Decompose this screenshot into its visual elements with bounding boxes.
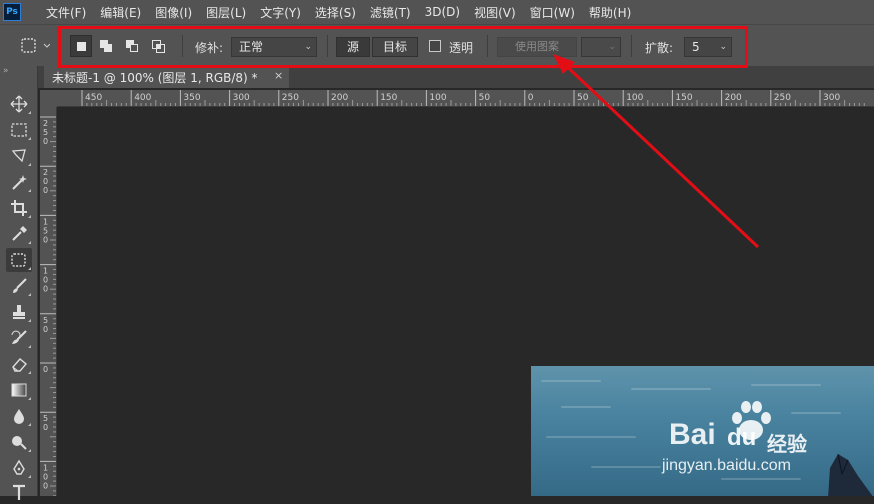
move-icon[interactable] (6, 92, 32, 116)
menu-filter[interactable]: 滤镜(T) (370, 4, 411, 21)
menu-help[interactable]: 帮助(H) (589, 4, 631, 21)
ruler-tick-label: 150 (380, 93, 397, 103)
watermark-product: 经验 (767, 432, 807, 456)
menu-image[interactable]: 图像(I) (155, 4, 192, 21)
tool-preset-picker[interactable] (18, 36, 51, 56)
ruler-tick-label: 200 (331, 93, 348, 103)
highlight-box (58, 26, 748, 68)
ruler-tick-label: 0 (43, 186, 48, 195)
document-tab-title: 未标题-1 @ 100% (图层 1, RGB/8) * (52, 71, 258, 85)
watermark-brand2: du (727, 424, 757, 451)
ruler-tick-label: 300 (233, 93, 250, 103)
ruler-tick-label: 150 (675, 93, 692, 103)
ruler-tick-label: 300 (823, 93, 840, 103)
watermark-url: jingyan.baidu.com (662, 457, 791, 474)
menu-bar: Ps 文件(F) 编辑(E) 图像(I) 图层(L) 文字(Y) 选择(S) 滤… (0, 0, 874, 24)
gradient-icon[interactable] (6, 378, 32, 402)
ruler-tick-label: 5 (43, 226, 48, 235)
vertical-ruler[interactable]: 25020015010050050100 (40, 107, 57, 496)
document-tab[interactable]: 未标题-1 @ 100% (图层 1, RGB/8) * × (44, 66, 289, 88)
marquee-icon[interactable] (6, 118, 32, 142)
menu-file[interactable]: 文件(F) (46, 4, 86, 21)
lasso-icon[interactable] (6, 144, 32, 168)
ruler-tick-label: 5 (43, 414, 48, 423)
ruler-tick-label: 100 (626, 93, 643, 103)
ruler-tick-label: 0 (43, 423, 48, 432)
ruler-tick-label: 200 (725, 93, 742, 103)
ruler-tick-label: 0 (43, 285, 48, 294)
ruler-tick-label: 0 (43, 137, 48, 146)
menu-layer[interactable]: 图层(L) (206, 4, 246, 21)
ruler-tick-label: 2 (43, 168, 48, 177)
ruler-tick-label: 1 (43, 463, 48, 472)
ruler-tick-label: 0 (43, 276, 48, 285)
history-brush-icon[interactable] (6, 326, 32, 350)
magic-wand-icon[interactable] (6, 170, 32, 194)
pen-icon[interactable] (6, 456, 32, 480)
brush-icon[interactable] (6, 274, 32, 298)
menu-type[interactable]: 文字(Y) (260, 4, 301, 21)
tools-panel: » (0, 66, 38, 500)
bird-wing-icon (828, 453, 873, 496)
ruler-tick-label: 2 (43, 119, 48, 128)
ruler-tick-label: 0 (43, 325, 48, 334)
ruler-tick-label: 400 (134, 93, 151, 103)
ruler-corner[interactable] (40, 90, 57, 107)
ruler-tick-label: 0 (43, 235, 48, 244)
ruler-tick-label: 0 (528, 93, 534, 103)
crop-icon[interactable] (6, 196, 32, 220)
menu-select[interactable]: 选择(S) (315, 4, 356, 21)
close-icon[interactable]: × (274, 69, 283, 82)
ruler-tick-label: 1 (43, 217, 48, 226)
watermark-brand: Bai (669, 418, 716, 451)
vertical-ruler-ticks: 25020015010050050100 (40, 116, 56, 496)
ruler-tick-label: 50 (577, 93, 589, 103)
horizontal-ruler[interactable]: 450 400 350 300 250 200 150 100 50 0 50 100 150 200 25… (57, 90, 874, 107)
photoshop-logo-icon: Ps (3, 3, 21, 21)
ruler-tick-label: 0 (43, 481, 48, 490)
menu-view[interactable]: 视图(V) (474, 4, 516, 21)
dodge-icon[interactable] (6, 430, 32, 454)
blur-icon[interactable] (6, 404, 32, 428)
menu-items: 文件(F) 编辑(E) 图像(I) 图层(L) 文字(Y) 选择(S) 滤镜(T… (46, 0, 631, 24)
horizontal-ruler-ticks: 450 400 350 300 250 200 150 100 50 0 50 100 150 200 25… (81, 90, 865, 106)
stamp-icon[interactable] (6, 300, 32, 324)
ruler-tick-label: 450 (85, 93, 102, 103)
eraser-icon[interactable] (6, 352, 32, 376)
ruler-tick-label: 0 (43, 365, 48, 374)
ruler-tick-label: 350 (183, 93, 200, 103)
ruler-tick-label: 250 (282, 93, 299, 103)
ruler-tick-label: 100 (429, 93, 446, 103)
collapse-panel-icon[interactable]: » (3, 66, 9, 76)
ruler-tick-label: 0 (43, 177, 48, 186)
ruler-tick-label: 250 (774, 93, 791, 103)
eyedropper-icon[interactable] (6, 222, 32, 246)
ruler-tick-label: 0 (43, 472, 48, 481)
ruler-tick-label: 5 (43, 128, 48, 137)
menu-3d[interactable]: 3D(D) (425, 5, 460, 19)
patch-tool-preset-icon (21, 38, 51, 53)
menu-window[interactable]: 窗口(W) (530, 4, 575, 21)
type-icon[interactable] (6, 480, 32, 504)
menu-edit[interactable]: 编辑(E) (100, 4, 141, 21)
ruler-tick-label: 1 (43, 267, 48, 276)
patch-icon[interactable] (6, 248, 32, 272)
ruler-tick-label: 50 (479, 93, 491, 103)
image-layer[interactable]: Bai du 经验 jingyan.baidu.com (531, 366, 874, 496)
ruler-tick-label: 5 (43, 316, 48, 325)
